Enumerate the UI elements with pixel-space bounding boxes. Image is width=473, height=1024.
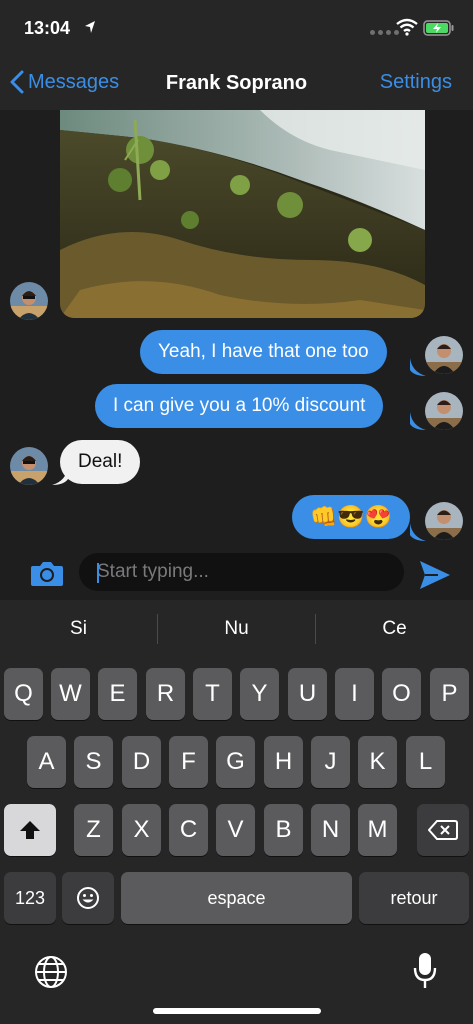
- key-n[interactable]: N: [311, 804, 350, 856]
- status-bar: 13:04: [0, 0, 473, 58]
- avatar-photo-icon: [10, 447, 48, 485]
- settings-button[interactable]: Settings: [380, 71, 452, 94]
- key-e[interactable]: E: [98, 668, 137, 720]
- back-button[interactable]: Messages: [10, 70, 119, 94]
- key-d[interactable]: D: [122, 736, 161, 788]
- image-message[interactable]: [60, 110, 425, 318]
- message-list[interactable]: Yeah, I have that one too I can give you…: [0, 110, 473, 550]
- contact-avatar[interactable]: [10, 447, 48, 485]
- bubble-tail-icon: [410, 358, 426, 376]
- numbers-key[interactable]: 123: [4, 872, 56, 924]
- shift-arrow-icon: [20, 821, 40, 839]
- signal-dots-icon: [370, 30, 399, 35]
- chevron-left-icon: [10, 70, 24, 94]
- shift-key[interactable]: [4, 804, 56, 856]
- avatar-photo-icon: [425, 336, 463, 374]
- key-y[interactable]: Y: [240, 668, 279, 720]
- key-i[interactable]: I: [335, 668, 374, 720]
- key-t[interactable]: T: [193, 668, 232, 720]
- avatar-photo-icon: [425, 392, 463, 430]
- location-arrow-icon: [85, 21, 95, 33]
- key-p[interactable]: P: [430, 668, 469, 720]
- key-b[interactable]: B: [264, 804, 303, 856]
- backspace-icon: [427, 820, 458, 840]
- emoji-icon: [77, 887, 99, 909]
- home-indicator[interactable]: [153, 1008, 321, 1014]
- avatar-photo-icon: [10, 282, 48, 320]
- contact-avatar[interactable]: [10, 282, 48, 320]
- key-o[interactable]: O: [382, 668, 421, 720]
- key-v[interactable]: V: [216, 804, 255, 856]
- photo-waterfall: [60, 110, 425, 318]
- key-q[interactable]: Q: [4, 668, 43, 720]
- navigation-bar: Messages Frank Soprano Settings: [0, 58, 473, 110]
- key-l[interactable]: L: [406, 736, 445, 788]
- microphone-icon[interactable]: [413, 952, 437, 990]
- outgoing-message[interactable]: I can give you a 10% discount: [95, 384, 384, 428]
- prediction-suggestion[interactable]: Nu: [158, 600, 315, 658]
- outgoing-message[interactable]: Yeah, I have that one too: [140, 330, 387, 374]
- key-s[interactable]: S: [74, 736, 113, 788]
- send-icon[interactable]: [418, 559, 452, 591]
- key-u[interactable]: U: [288, 668, 327, 720]
- key-f[interactable]: F: [169, 736, 208, 788]
- delete-key[interactable]: [417, 804, 469, 856]
- user-avatar[interactable]: [425, 502, 463, 540]
- key-k[interactable]: K: [358, 736, 397, 788]
- key-x[interactable]: X: [122, 804, 161, 856]
- camera-icon[interactable]: [30, 559, 64, 587]
- emoji-key[interactable]: [62, 872, 114, 924]
- key-m[interactable]: M: [358, 804, 397, 856]
- key-c[interactable]: C: [169, 804, 208, 856]
- incoming-message[interactable]: Deal!: [60, 440, 141, 484]
- outgoing-message[interactable]: 👊😎😍: [292, 495, 411, 539]
- message-input[interactable]: [79, 553, 404, 591]
- message-composer: [0, 550, 473, 600]
- back-button-label: Messages: [28, 70, 120, 93]
- bubble-tail-icon: [410, 412, 426, 430]
- globe-icon[interactable]: [34, 955, 68, 989]
- battery-charging-icon: [423, 20, 454, 36]
- key-z[interactable]: Z: [74, 804, 113, 856]
- key-w[interactable]: W: [51, 668, 90, 720]
- space-key[interactable]: espace: [121, 872, 352, 924]
- key-r[interactable]: R: [146, 668, 185, 720]
- avatar-photo-icon: [425, 502, 463, 540]
- prediction-suggestion[interactable]: Ce: [316, 600, 473, 658]
- user-avatar[interactable]: [425, 336, 463, 374]
- bubble-tail-icon: [410, 523, 426, 541]
- keyboard: Si Nu Ce Q W E R T Y U I O P A S D F G H…: [0, 600, 473, 1024]
- wifi-icon: [396, 18, 418, 36]
- key-j[interactable]: J: [311, 736, 350, 788]
- return-key[interactable]: retour: [359, 872, 469, 924]
- key-a[interactable]: A: [27, 736, 66, 788]
- user-avatar[interactable]: [425, 392, 463, 430]
- key-g[interactable]: G: [216, 736, 255, 788]
- prediction-bar: Si Nu Ce: [0, 600, 473, 658]
- prediction-suggestion[interactable]: Si: [0, 600, 157, 658]
- text-caret: [97, 563, 99, 583]
- status-time: 13:04: [24, 18, 71, 38]
- key-h[interactable]: H: [264, 736, 303, 788]
